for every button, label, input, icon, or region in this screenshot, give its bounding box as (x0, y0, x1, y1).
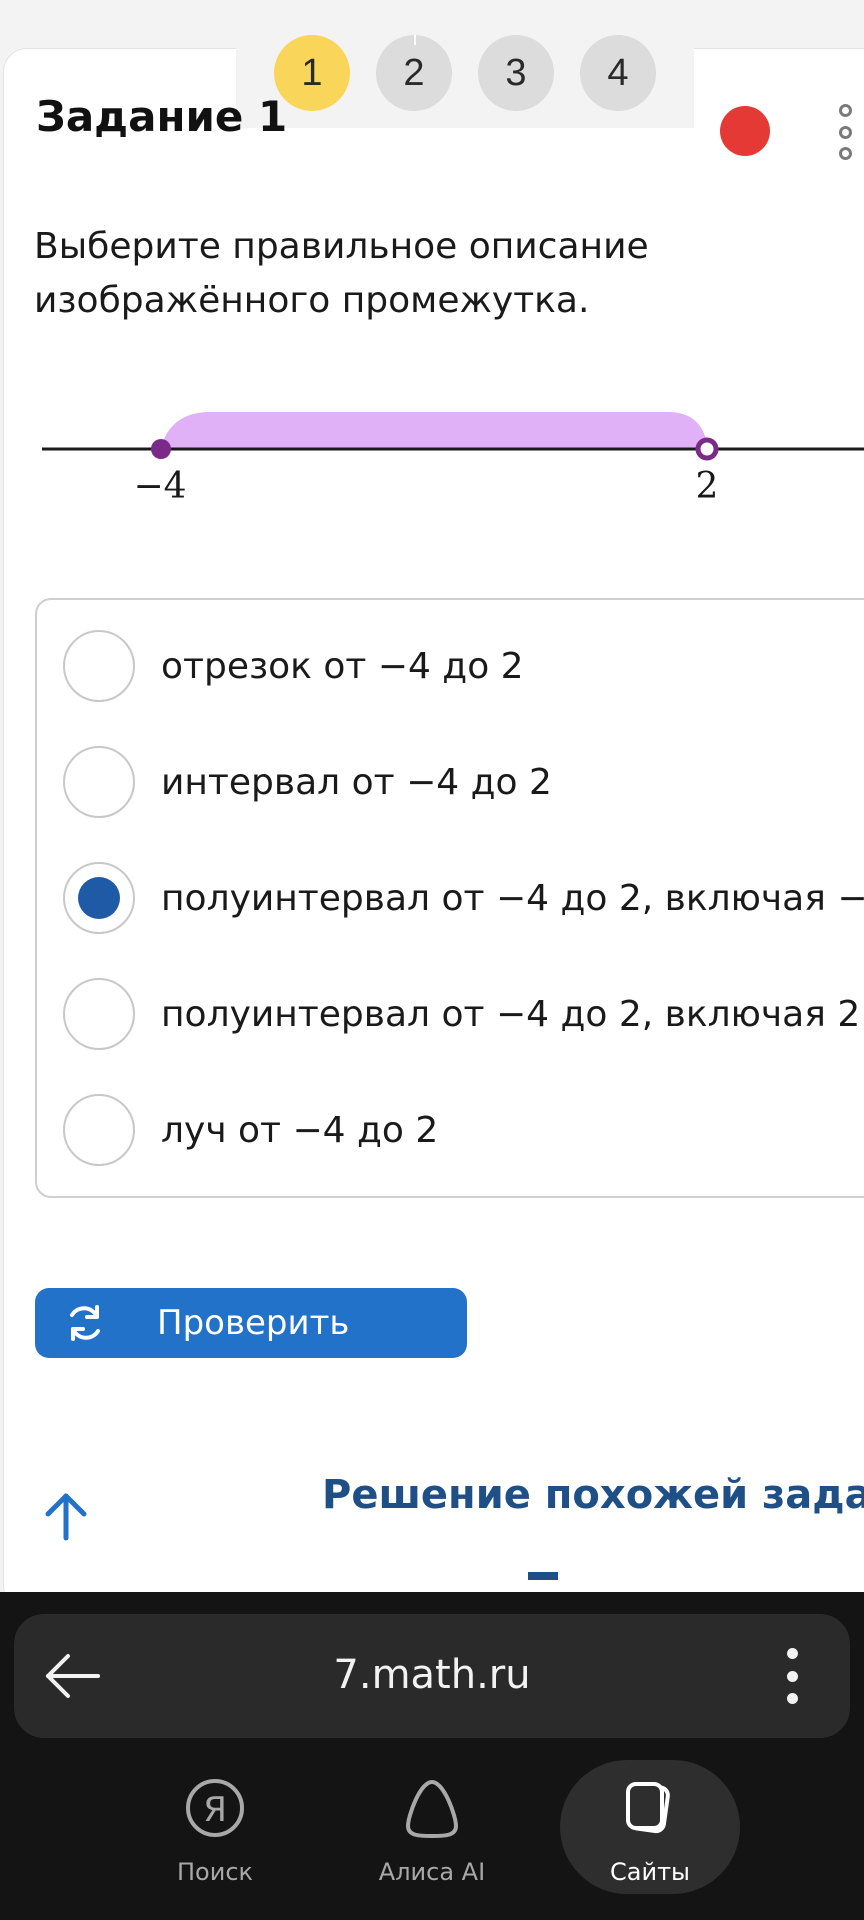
check-button[interactable]: Проверить (35, 1288, 467, 1358)
nav-alice[interactable]: Алиса AI (342, 1760, 522, 1910)
alice-icon (406, 1780, 458, 1838)
task-title: Задание 1 (36, 92, 288, 141)
step-4-button[interactable]: 4 (580, 35, 656, 111)
option-half-interval-left[interactable]: полуинтервал от −4 до 2, включая −4 (63, 860, 864, 936)
option-label: отрезок от −4 до 2 (161, 645, 524, 687)
left-endpoint-filled (151, 439, 171, 459)
check-button-label: Проверить (157, 1303, 350, 1343)
scroll-up-arrow-icon[interactable] (42, 1490, 90, 1542)
task-menu-icon[interactable] (834, 104, 856, 160)
svg-text:Я: Я (203, 1790, 227, 1830)
yandex-search-icon: Я (186, 1779, 244, 1837)
nav-sites[interactable]: Сайты (560, 1760, 740, 1910)
browser-nav: Я Поиск Алиса AI Сайты (0, 1760, 864, 1910)
step-navigator: 1 2 3 4 (236, 18, 694, 128)
right-endpoint-open (695, 437, 719, 461)
record-indicator-icon[interactable] (720, 106, 770, 156)
option-ray[interactable]: луч от −4 до 2 (63, 1092, 438, 1168)
nav-search[interactable]: Я Поиск (125, 1760, 305, 1910)
radio-button-selected[interactable] (63, 862, 135, 934)
number-line: −4 2 (42, 412, 864, 507)
option-label: интервал от −4 до 2 (161, 761, 552, 803)
address-bar[interactable]: 7.math.ru (14, 1614, 850, 1738)
browser-menu-icon[interactable] (786, 1648, 798, 1704)
option-label: полуинтервал от −4 до 2, включая −4 (161, 877, 864, 919)
interval-highlight (160, 412, 708, 450)
option-interval[interactable]: интервал от −4 до 2 (63, 744, 552, 820)
nav-sites-label: Сайты (610, 1858, 690, 1886)
task-question: Выберите правильное описание изображённо… (34, 226, 649, 321)
refresh-icon (70, 1305, 100, 1341)
sites-icon (626, 1782, 670, 1834)
nav-alice-label: Алиса AI (378, 1858, 486, 1886)
similar-solution-link[interactable]: Решение похожей задачи (322, 1472, 864, 1518)
radio-button[interactable] (63, 746, 135, 818)
nav-search-label: Поиск (176, 1858, 254, 1886)
answer-options: отрезок от −4 до 2 интервал от −4 до 2 п… (35, 598, 864, 1198)
right-tick-label: 2 (696, 466, 719, 507)
step-2-button[interactable]: 2 (376, 35, 452, 111)
option-label: луч от −4 до 2 (161, 1109, 439, 1151)
left-tick-label: −4 (133, 466, 186, 507)
radio-dot-icon (78, 877, 120, 919)
option-half-interval-right[interactable]: полуинтервал от −4 до 2, включая 2 (63, 976, 860, 1052)
browser-bottom-bar: 7.math.ru Я Поиск Алиса AI Сайты (0, 1592, 864, 1920)
radio-button[interactable] (63, 1094, 135, 1166)
option-label: полуинтервал от −4 до 2, включая 2 (161, 993, 861, 1035)
radio-button[interactable] (63, 630, 135, 702)
option-segment[interactable]: отрезок от −4 до 2 (63, 628, 524, 704)
url-text[interactable]: 7.math.ru (14, 1652, 850, 1698)
step-3-button[interactable]: 3 (478, 35, 554, 111)
radio-button[interactable] (63, 978, 135, 1050)
screen: 1 2 3 4 Задание 1 Выберите правильное оп… (0, 0, 864, 1920)
